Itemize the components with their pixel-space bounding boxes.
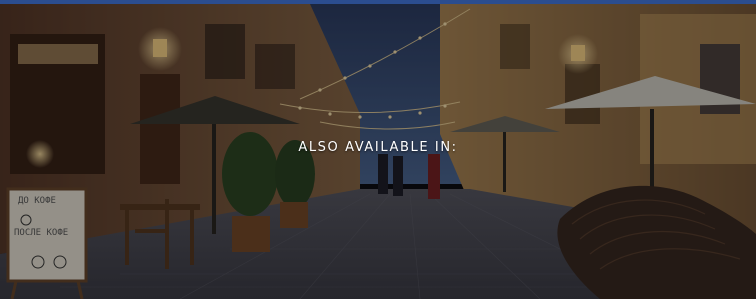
promo-banner: ДО КОФЕ ПОСЛЕ КОФЕ ALSO AVAILABLE IN: xyxy=(0,0,756,299)
chalkboard-line-1: ДО КОФЕ xyxy=(18,196,56,206)
chalkboard-line-2: ПОСЛЕ КОФЕ xyxy=(14,228,69,238)
also-available-heading: ALSO AVAILABLE IN: xyxy=(298,140,458,155)
